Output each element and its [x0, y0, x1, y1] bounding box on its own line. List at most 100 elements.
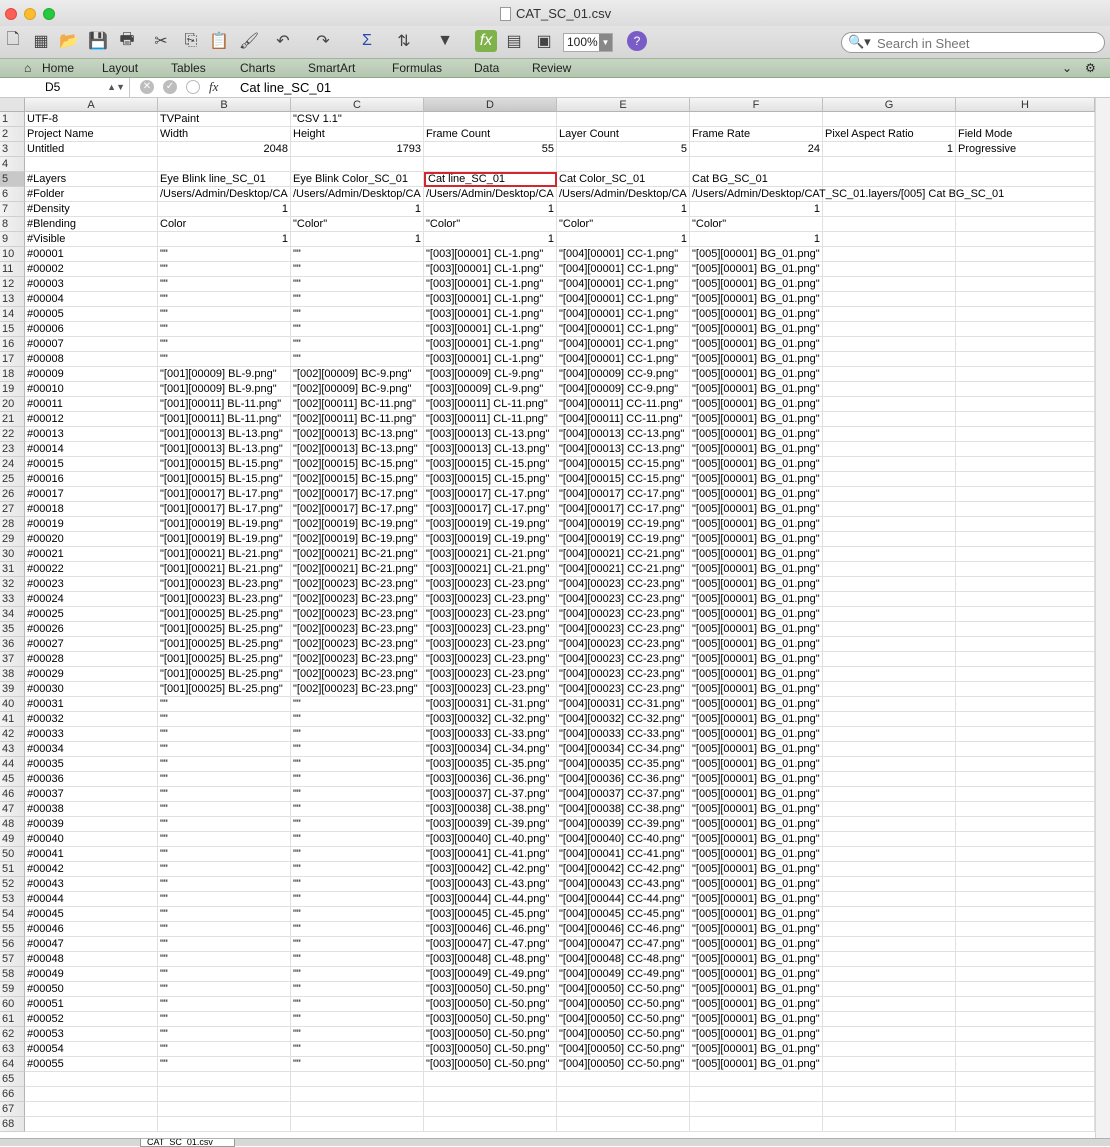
sheet-cell[interactable]: Untitled: [25, 142, 158, 157]
sheet-cell[interactable]: "[004][00036] CC-36.png": [557, 772, 690, 787]
sheet-cell[interactable]: #00043: [25, 877, 158, 892]
sheet-cell[interactable]: 1: [823, 142, 956, 157]
row-header[interactable]: 10: [0, 247, 25, 262]
paste-icon[interactable]: 📋: [208, 30, 230, 52]
sheet-cell[interactable]: 1: [424, 232, 557, 247]
sheet-cell[interactable]: "": [291, 937, 424, 952]
row-header[interactable]: 37: [0, 652, 25, 667]
sheet-cell[interactable]: "": [158, 262, 291, 277]
sheet-cell[interactable]: [823, 1057, 956, 1072]
sheet-cell[interactable]: Frame Rate: [690, 127, 823, 142]
sheet-cell[interactable]: "": [291, 712, 424, 727]
sheet-cell[interactable]: [25, 157, 158, 172]
sheet-cell[interactable]: [823, 637, 956, 652]
row-header[interactable]: 47: [0, 802, 25, 817]
sheet-cell[interactable]: "": [291, 772, 424, 787]
sheet-cell[interactable]: #00031: [25, 697, 158, 712]
sheet-cell[interactable]: #00014: [25, 442, 158, 457]
sheet-cell[interactable]: #00029: [25, 667, 158, 682]
sheet-cell[interactable]: "[005][00001] BG_01.png": [690, 322, 823, 337]
sheet-cell[interactable]: "[001][00019] BL-19.png": [158, 532, 291, 547]
sheet-cell[interactable]: #00030: [25, 682, 158, 697]
sheet-cell[interactable]: Width: [158, 127, 291, 142]
sheet-cell[interactable]: "[002][00019] BC-19.png": [291, 517, 424, 532]
sheet-cell[interactable]: "[005][00001] BG_01.png": [690, 517, 823, 532]
sheet-cell[interactable]: "[001][00013] BL-13.png": [158, 427, 291, 442]
sheet-cell[interactable]: [25, 1102, 158, 1117]
sheet-cell[interactable]: "[004][00001] CC-1.png": [557, 307, 690, 322]
save-icon[interactable]: 💾: [87, 30, 109, 52]
sheet-cell[interactable]: [823, 172, 956, 187]
sheet-cell[interactable]: "[004][00023] CC-23.png": [557, 607, 690, 622]
row-header[interactable]: 41: [0, 712, 25, 727]
sheet-cell[interactable]: "[005][00001] BG_01.png": [690, 532, 823, 547]
sheet-cell[interactable]: "": [291, 337, 424, 352]
sheet-cell[interactable]: "": [158, 322, 291, 337]
sheet-cell[interactable]: [823, 412, 956, 427]
sheet-cell[interactable]: [956, 742, 1095, 757]
sheet-cell[interactable]: "[001][00013] BL-13.png": [158, 442, 291, 457]
sheet-cell[interactable]: "[003][00044] CL-44.png": [424, 892, 557, 907]
sheet-cell[interactable]: "": [291, 982, 424, 997]
help-icon[interactable]: ?: [627, 31, 647, 51]
sheet-cell[interactable]: "[005][00001] BG_01.png": [690, 337, 823, 352]
sheet-cell[interactable]: [690, 1072, 823, 1087]
zoom-select[interactable]: 100% ▼: [563, 33, 613, 52]
sheet-cell[interactable]: "[004][00050] CC-50.png": [557, 1057, 690, 1072]
sheet-cell[interactable]: 2048: [158, 142, 291, 157]
sheet-cell[interactable]: /Users/Admin/Desktop/CA: [291, 187, 424, 202]
sheet-cell[interactable]: "CSV 1.1": [291, 112, 424, 127]
sheet-cell[interactable]: "[002][00013] BC-13.png": [291, 427, 424, 442]
sheet-cell[interactable]: "[002][00023] BC-23.png": [291, 592, 424, 607]
row-header[interactable]: 48: [0, 817, 25, 832]
new-doc-icon[interactable]: 🗋: [2, 30, 24, 52]
sheet-cell[interactable]: "[003][00041] CL-41.png": [424, 847, 557, 862]
sheet-cell[interactable]: "": [291, 1057, 424, 1072]
sheet-cell[interactable]: "[004][00047] CC-47.png": [557, 937, 690, 952]
sheet-cell[interactable]: "": [158, 952, 291, 967]
tab-data[interactable]: Data: [474, 61, 499, 75]
sheet-cell[interactable]: #00003: [25, 277, 158, 292]
sheet-cell[interactable]: [823, 1027, 956, 1042]
sheet-cell[interactable]: "": [291, 322, 424, 337]
sheet-cell[interactable]: "": [158, 1012, 291, 1027]
sheet-cell[interactable]: #00023: [25, 577, 158, 592]
cancel-entry-icon[interactable]: ✕: [140, 80, 154, 94]
row-header[interactable]: 30: [0, 547, 25, 562]
sheet-cell[interactable]: "[004][00038] CC-38.png": [557, 802, 690, 817]
sheet-cell[interactable]: [956, 427, 1095, 442]
row-header[interactable]: 8: [0, 217, 25, 232]
sheet-cell[interactable]: #00024: [25, 592, 158, 607]
sheet-cell[interactable]: "[002][00023] BC-23.png": [291, 682, 424, 697]
sheet-cell[interactable]: "[005][00001] BG_01.png": [690, 877, 823, 892]
sheet-cell[interactable]: [956, 292, 1095, 307]
sheet-cell[interactable]: "[005][00001] BG_01.png": [690, 907, 823, 922]
sheet-cell[interactable]: "[001][00021] BL-21.png": [158, 547, 291, 562]
sheet-cell[interactable]: "[003][00023] CL-23.png": [424, 667, 557, 682]
row-header[interactable]: 53: [0, 892, 25, 907]
sheet-cell[interactable]: [956, 277, 1095, 292]
sheet-cell[interactable]: "[003][00001] CL-1.png": [424, 292, 557, 307]
sheet-cell[interactable]: #00036: [25, 772, 158, 787]
sheet-cell[interactable]: [956, 1012, 1095, 1027]
sheet-cell[interactable]: "[003][00009] CL-9.png": [424, 367, 557, 382]
sheet-cell[interactable]: "[003][00033] CL-33.png": [424, 727, 557, 742]
sheet-cell[interactable]: #Visible: [25, 232, 158, 247]
sheet-cell[interactable]: [823, 442, 956, 457]
row-header[interactable]: 51: [0, 862, 25, 877]
sheet-cell[interactable]: [424, 1087, 557, 1102]
sheet-cell[interactable]: "[004][00023] CC-23.png": [557, 667, 690, 682]
sheet-cell[interactable]: "[004][00013] CC-13.png": [557, 442, 690, 457]
sheet-cell[interactable]: [823, 832, 956, 847]
sheet-cell[interactable]: "[005][00001] BG_01.png": [690, 622, 823, 637]
sheet-cell[interactable]: [956, 547, 1095, 562]
sheet-cell[interactable]: "": [158, 247, 291, 262]
sheet-cell[interactable]: "[005][00001] BG_01.png": [690, 862, 823, 877]
templates-icon[interactable]: ▦: [30, 30, 52, 52]
sheet-cell[interactable]: 5: [557, 142, 690, 157]
sheet-cell[interactable]: [823, 532, 956, 547]
sheet-cell[interactable]: "[005][00001] BG_01.png": [690, 487, 823, 502]
sheet-cell[interactable]: [690, 1117, 823, 1132]
sheet-cell[interactable]: "[001][00009] BL-9.png": [158, 367, 291, 382]
sheet-cell[interactable]: "[005][00001] BG_01.png": [690, 922, 823, 937]
